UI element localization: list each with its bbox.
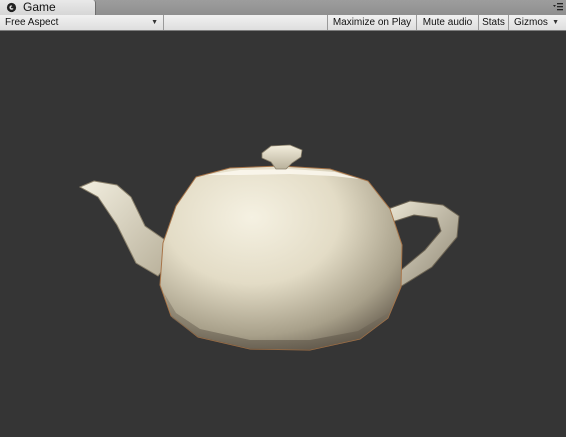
window-menu-icon[interactable] xyxy=(552,1,564,13)
game-controller-icon xyxy=(6,2,17,13)
maximize-on-play-toggle[interactable]: Maximize on Play xyxy=(327,15,416,30)
aspect-ratio-dropdown[interactable]: Free Aspect ▼ xyxy=(0,15,164,30)
tab-label: Game xyxy=(23,0,56,14)
game-view-toolbar: Free Aspect ▼ Maximize on Play Mute audi… xyxy=(0,15,566,31)
game-viewport[interactable] xyxy=(0,31,566,437)
dropdown-arrow-icon: ▼ xyxy=(151,19,158,26)
teapot-render xyxy=(78,144,460,351)
mute-audio-toggle[interactable]: Mute audio xyxy=(416,15,478,30)
window-tab-bar: Game xyxy=(0,0,566,15)
gizmos-label: Gizmos xyxy=(514,17,548,28)
stats-toggle[interactable]: Stats xyxy=(478,15,508,30)
tab-game[interactable]: Game xyxy=(0,0,96,15)
aspect-ratio-label: Free Aspect xyxy=(5,17,59,28)
dropdown-arrow-icon: ▼ xyxy=(552,19,559,26)
gizmos-dropdown[interactable]: Gizmos ▼ xyxy=(508,15,566,30)
